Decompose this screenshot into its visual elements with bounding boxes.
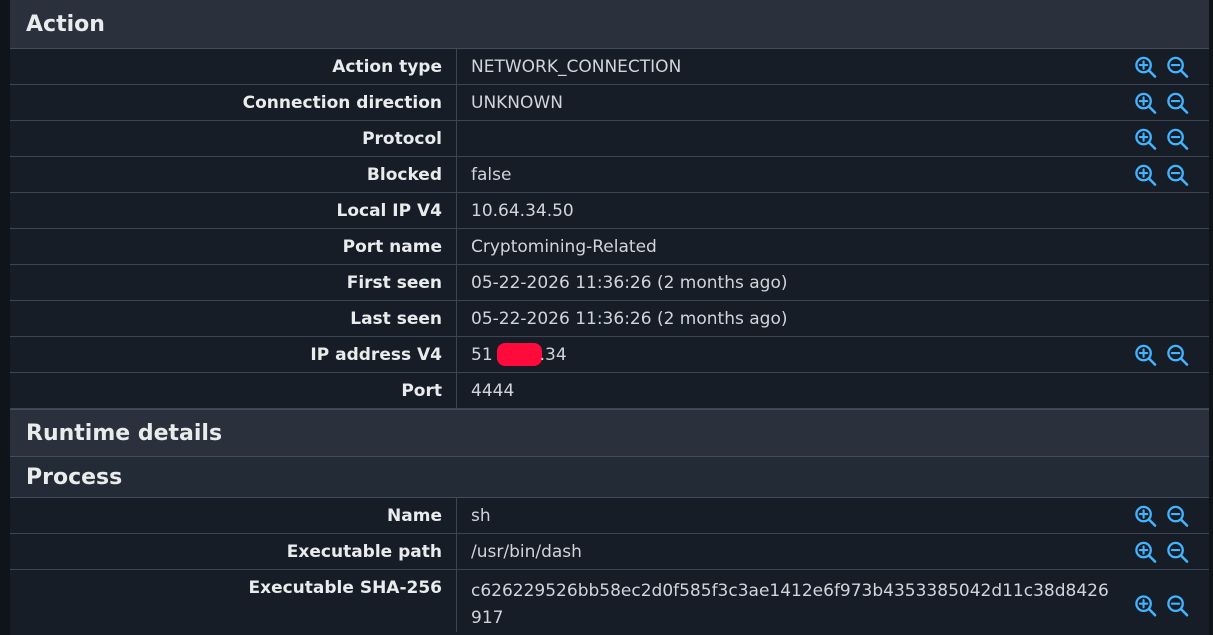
detail-key: Executable path (10, 534, 457, 569)
detail-row-first-seen: First seen 05-22-2026 11:36:26 (2 months… (10, 265, 1209, 301)
detail-key: First seen (10, 265, 457, 300)
zoom-in-icon[interactable] (1134, 127, 1157, 150)
detail-key: Action type (10, 49, 457, 84)
zoom-in-icon[interactable] (1134, 163, 1157, 186)
detail-value: /usr/bin/dash (471, 541, 582, 562)
detail-value: UNKNOWN (471, 92, 563, 113)
detail-value: 51 .34 (471, 343, 567, 366)
detail-key: Port name (10, 229, 457, 264)
detail-row-ip-address: IP address V4 51 .34 (10, 337, 1209, 373)
zoom-in-icon[interactable] (1134, 594, 1157, 617)
zoom-out-icon[interactable] (1166, 594, 1189, 617)
detail-value: 4444 (471, 380, 515, 401)
zoom-out-icon[interactable] (1166, 55, 1189, 78)
detail-value: 05-22-2026 11:36:26 (2 months ago) (471, 308, 788, 329)
zoom-out-icon[interactable] (1166, 163, 1189, 186)
detail-value: sh (471, 505, 491, 526)
zoom-out-icon[interactable] (1166, 91, 1189, 114)
detail-row-port-name: Port name Cryptomining-Related (10, 229, 1209, 265)
zoom-out-icon[interactable] (1166, 540, 1189, 563)
detail-key: Protocol (10, 121, 457, 156)
detail-row-last-seen: Last seen 05-22-2026 11:36:26 (2 months … (10, 301, 1209, 337)
detail-value: NETWORK_CONNECTION (471, 56, 682, 77)
detail-key: Executable SHA-256 (10, 570, 457, 632)
detail-key: Local IP V4 (10, 193, 457, 228)
detail-value: Cryptomining-Related (471, 236, 657, 257)
detail-value: false (471, 164, 512, 185)
redaction-mark (496, 343, 542, 366)
section-header-action: Action (10, 0, 1209, 49)
section-title: Action (26, 11, 105, 37)
detail-row-executable-path: Executable path /usr/bin/dash (10, 534, 1209, 570)
detail-key: Port (10, 373, 457, 408)
zoom-out-icon[interactable] (1166, 343, 1189, 366)
ip-suffix: .34 (539, 344, 567, 365)
zoom-in-icon[interactable] (1134, 504, 1157, 527)
zoom-out-icon[interactable] (1166, 127, 1189, 150)
detail-key: Connection direction (10, 85, 457, 120)
zoom-out-icon[interactable] (1166, 504, 1189, 527)
detail-row-port: Port 4444 (10, 373, 1209, 409)
detail-row-executable-sha256: Executable SHA-256 c626229526bb58ec2d0f5… (10, 570, 1209, 632)
section-title: Runtime details (26, 420, 223, 446)
detail-key: Last seen (10, 301, 457, 336)
detail-row-action-type: Action type NETWORK_CONNECTION (10, 49, 1209, 85)
zoom-in-icon[interactable] (1134, 55, 1157, 78)
detail-row-protocol: Protocol (10, 121, 1209, 157)
detail-row-local-ip: Local IP V4 10.64.34.50 (10, 193, 1209, 229)
detail-value: 10.64.34.50 (471, 200, 574, 221)
section-header-process: Process (10, 457, 1209, 498)
zoom-in-icon[interactable] (1134, 91, 1157, 114)
detail-value: 05-22-2026 11:36:26 (2 months ago) (471, 272, 788, 293)
zoom-in-icon[interactable] (1134, 343, 1157, 366)
detail-key: Name (10, 498, 457, 533)
detail-key: IP address V4 (10, 337, 457, 372)
detail-key: Blocked (10, 157, 457, 192)
detail-value: c626229526bb58ec2d0f585f3c3ae1412e6f973b… (471, 581, 1109, 628)
section-header-runtime: Runtime details (10, 409, 1209, 457)
details-panel: Action Action type NETWORK_CONNECTION Co… (10, 0, 1209, 635)
detail-row-blocked: Blocked false (10, 157, 1209, 193)
zoom-in-icon[interactable] (1134, 540, 1157, 563)
detail-row-process-name: Name sh (10, 498, 1209, 534)
detail-row-connection-direction: Connection direction UNKNOWN (10, 85, 1209, 121)
ip-prefix: 51 (471, 344, 493, 365)
section-title: Process (26, 464, 123, 490)
